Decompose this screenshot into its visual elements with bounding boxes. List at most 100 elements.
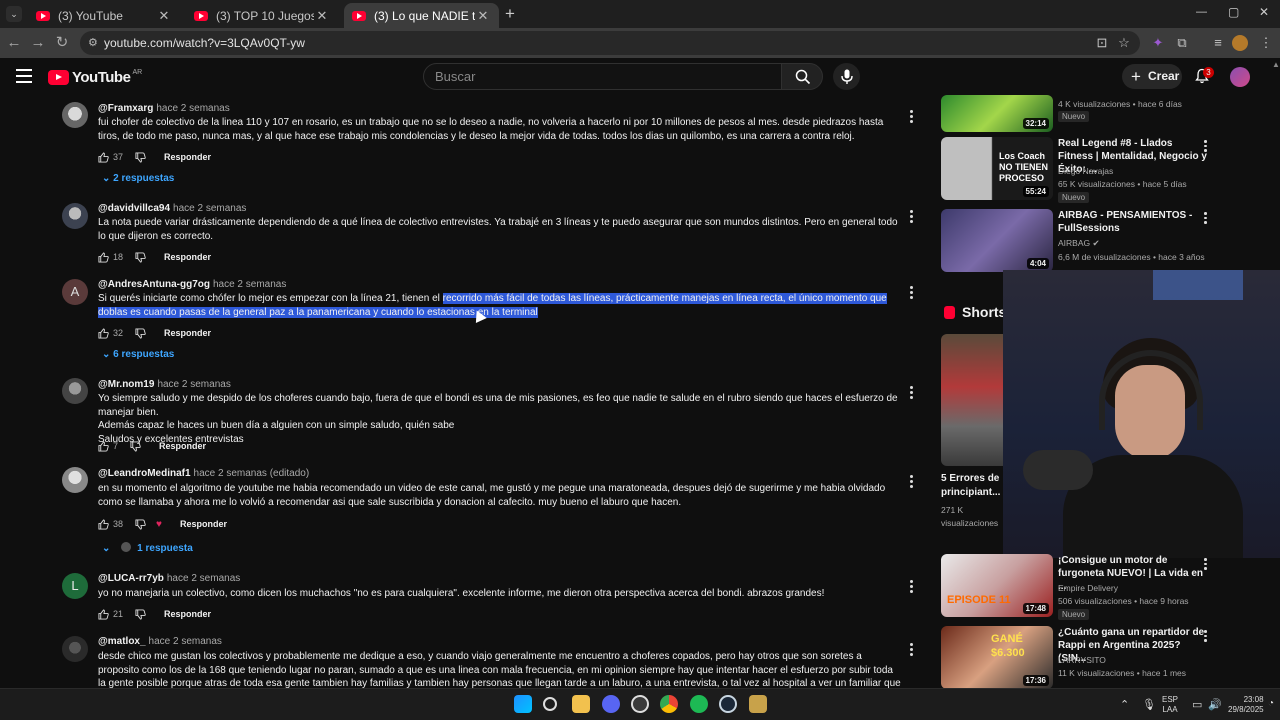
microphone-tray-icon[interactable]: 🎙	[1142, 698, 1156, 711]
reply-button[interactable]: Responder	[164, 252, 211, 262]
like-icon[interactable]	[98, 518, 109, 530]
show-replies-button[interactable]: ⌄ 1 respuesta	[102, 542, 193, 554]
notification-center-icon[interactable]: ◔	[1268, 698, 1274, 709]
comment-options-icon[interactable]	[910, 210, 914, 224]
dislike-icon[interactable]	[130, 440, 141, 452]
forward-arrow-icon[interactable]: →	[28, 34, 48, 52]
sidebar-video[interactable]: EPISODE 11 17:48 ¡Consigue un motor de f…	[941, 554, 1241, 620]
network-icon[interactable]: ▭	[1192, 698, 1202, 711]
reply-button[interactable]: Responder	[164, 152, 211, 162]
reply-button[interactable]: Responder	[164, 609, 211, 619]
channel-name[interactable]: AIRBAG ✔	[1058, 238, 1100, 249]
voice-search-button[interactable]	[833, 63, 860, 90]
new-tab-button[interactable]: +	[505, 4, 515, 24]
video-thumbnail[interactable]: 32:14	[941, 95, 1053, 132]
close-window-button[interactable]: ✕	[1259, 5, 1269, 19]
video-thumbnail[interactable]: 4:04	[941, 209, 1053, 272]
back-arrow-icon[interactable]: ←	[4, 34, 24, 52]
dislike-icon[interactable]	[135, 327, 146, 339]
youtube-logo[interactable]: YouTube AR	[48, 69, 142, 86]
comment-time[interactable]: hace 2 semanas	[157, 379, 230, 390]
profile-avatar-icon[interactable]	[1232, 35, 1248, 51]
comment-options-icon[interactable]	[910, 386, 914, 400]
windows-start-icon[interactable]	[514, 695, 532, 713]
comment-author[interactable]: @Mr.nom19	[98, 379, 154, 390]
comment-options-icon[interactable]	[910, 286, 914, 300]
minimize-button[interactable]: —	[1196, 6, 1207, 18]
show-replies-button[interactable]: ⌄ 2 respuestas	[102, 173, 174, 184]
comment-author[interactable]: @davidvillca94	[98, 203, 170, 214]
game-launcher-icon[interactable]	[749, 695, 767, 713]
reply-button[interactable]: Responder	[159, 441, 206, 451]
clock[interactable]: 23:08 29/8/2025	[1228, 695, 1264, 715]
comment-avatar[interactable]	[62, 636, 88, 662]
short-thumbnail[interactable]	[941, 334, 1003, 466]
comment-time[interactable]: hace 2 semanas	[173, 203, 246, 214]
page-scrollbar[interactable]: ▲	[1272, 60, 1280, 74]
create-button[interactable]: + Crear	[1122, 64, 1182, 89]
reply-button[interactable]: Responder	[180, 519, 227, 529]
tab-current-video[interactable]: (3) Lo que NADIE te cuenta sob... ✕	[344, 3, 499, 28]
extension-icon[interactable]: ✦	[1150, 35, 1166, 51]
comment-time[interactable]: hace 2 semanas	[156, 103, 229, 114]
comment-time[interactable]: hace 2 semanas	[213, 279, 286, 290]
hamburger-menu-icon[interactable]	[16, 69, 32, 83]
tab-top10-juegos[interactable]: (3) TOP 10 Juegos PERFECTOS ... ✕	[186, 3, 338, 28]
comment-author[interactable]: @LeandroMedinaf1	[98, 468, 191, 479]
chrome-icon[interactable]	[660, 695, 678, 713]
comment-author[interactable]: @Framxarg	[98, 103, 153, 114]
dislike-icon[interactable]	[135, 151, 146, 163]
show-replies-button[interactable]: ⌄ 6 respuestas	[102, 349, 174, 360]
comment-time[interactable]: hace 2 semanas (editado)	[194, 468, 310, 479]
comment-author[interactable]: @LUCA-rr7yb	[98, 573, 164, 584]
like-icon[interactable]	[98, 327, 109, 339]
video-title[interactable]: AIRBAG - PENSAMIENTOS - FullSessions	[1058, 209, 1208, 235]
install-app-icon[interactable]: ⊡	[1094, 35, 1110, 51]
comment-options-icon[interactable]	[910, 475, 914, 489]
video-options-icon[interactable]	[1204, 140, 1208, 154]
channel-name[interactable]: LARRYSITO	[1058, 655, 1106, 665]
search-input[interactable]: Buscar	[423, 63, 782, 90]
comment-time[interactable]: hace 2 semanas	[167, 573, 240, 584]
comment-avatar[interactable]	[62, 203, 88, 229]
volume-icon[interactable]: 🔊	[1208, 698, 1222, 711]
search-button[interactable]	[781, 63, 823, 90]
file-explorer-icon[interactable]	[572, 695, 590, 713]
channel-name[interactable]: Diego Navajas	[1058, 166, 1113, 176]
close-tab-icon[interactable]: ✕	[475, 8, 491, 24]
close-tab-icon[interactable]: ✕	[156, 8, 172, 24]
reload-icon[interactable]: ↻	[52, 34, 72, 52]
sidebar-video[interactable]: 4:04 AIRBAG - PENSAMIENTOS - FullSession…	[941, 209, 1241, 272]
tab-youtube-home[interactable]: (3) YouTube ✕	[28, 3, 180, 28]
comment-avatar[interactable]	[62, 102, 88, 128]
video-options-icon[interactable]	[1204, 630, 1208, 644]
video-thumbnail[interactable]: EPISODE 11 17:48	[941, 554, 1053, 617]
video-thumbnail[interactable]: GANÉ $6.300 17:36	[941, 626, 1053, 689]
video-options-icon[interactable]	[1204, 558, 1208, 572]
tab-search-button[interactable]: ⌄	[6, 6, 22, 22]
like-icon[interactable]	[98, 151, 109, 163]
dislike-icon[interactable]	[135, 608, 146, 620]
obs-icon[interactable]	[631, 695, 649, 713]
dislike-icon[interactable]	[135, 251, 146, 263]
extensions-puzzle-icon[interactable]: ⧉	[1174, 35, 1190, 51]
like-icon[interactable]	[98, 251, 109, 263]
sidebar-video[interactable]: 32:14 4 K visualizaciones • hace 6 días …	[941, 95, 1241, 135]
maximize-button[interactable]: ▢	[1228, 5, 1239, 19]
short-item[interactable]: 5 Errores de principiant... 271 K visual…	[941, 334, 1003, 534]
user-avatar[interactable]	[1230, 67, 1250, 87]
comment-options-icon[interactable]	[910, 110, 914, 124]
tray-overflow-icon[interactable]: ⌃	[1120, 698, 1129, 711]
comment-avatar[interactable]: L	[62, 573, 88, 599]
video-options-icon[interactable]	[1204, 212, 1208, 226]
short-title[interactable]: 5 Errores de principiant...	[941, 472, 1003, 500]
bookmark-star-icon[interactable]: ☆	[1116, 35, 1132, 51]
comment-author[interactable]: @AndresAntuna-gg7og	[98, 279, 210, 290]
steam-icon[interactable]	[719, 695, 737, 713]
sidebar-video[interactable]: Los Coach NO TIENEN PROCESO 55:24 Real L…	[941, 137, 1241, 203]
close-tab-icon[interactable]: ✕	[314, 8, 330, 24]
address-bar-input[interactable]: ⚙ youtube.com/watch?v=3LQAv0QT-yw	[80, 31, 1140, 55]
like-icon[interactable]	[98, 608, 109, 620]
discord-icon[interactable]	[602, 695, 620, 713]
spotify-icon[interactable]	[690, 695, 708, 713]
